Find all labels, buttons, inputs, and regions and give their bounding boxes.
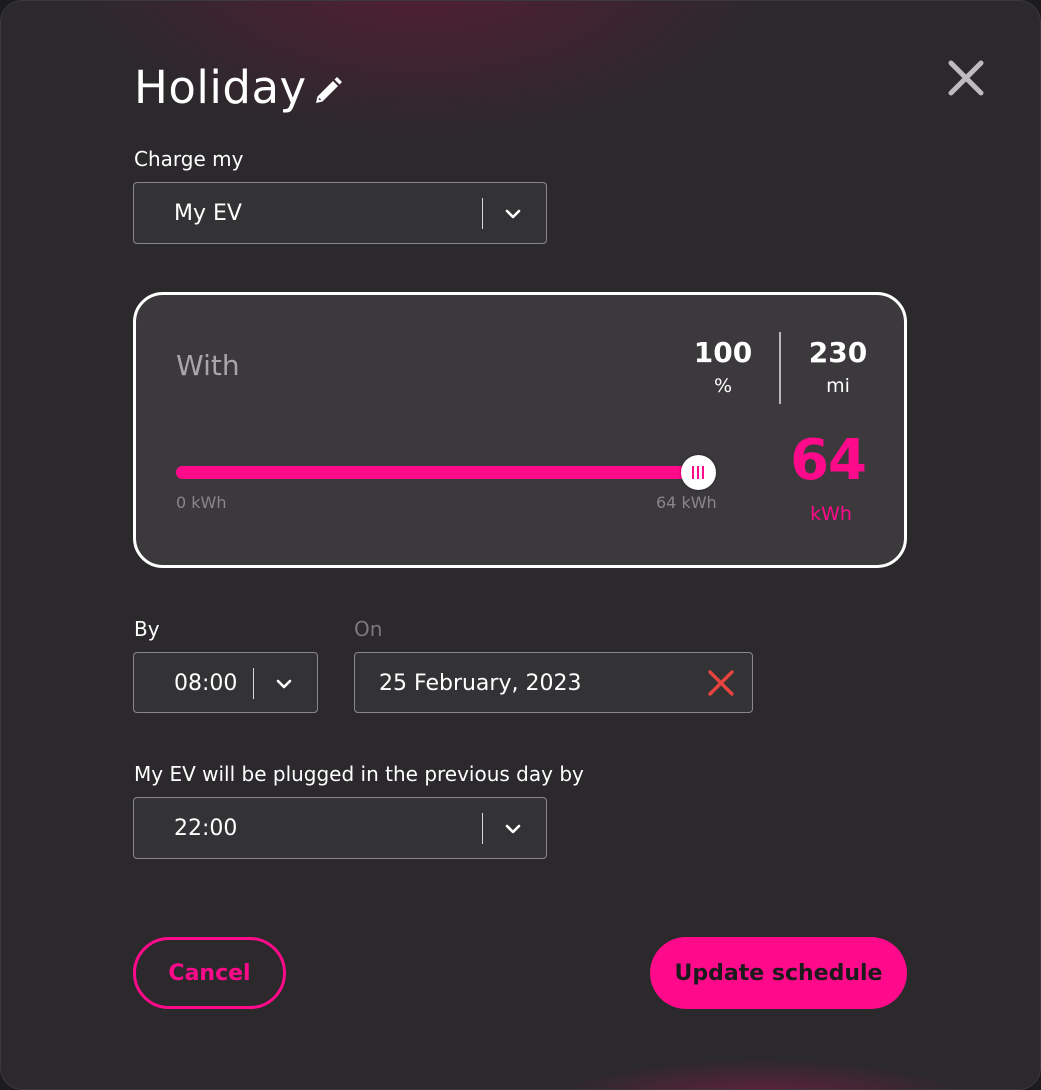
slider-min-label: 0 kWh xyxy=(176,493,227,512)
plugged-in-label: My EV will be plugged in the previous da… xyxy=(134,762,584,786)
charge-my-label: Charge my xyxy=(134,147,244,171)
plug-in-time-select[interactable]: 22:00 xyxy=(133,797,547,859)
plug-in-time-value: 22:00 xyxy=(174,816,238,841)
clear-x-icon[interactable] xyxy=(707,669,735,697)
thumb-grip-line xyxy=(697,466,699,479)
with-label: With xyxy=(176,349,240,382)
energy-slider-thumb[interactable] xyxy=(681,455,716,490)
charge-target-card: With 100 % 230 mi 0 kWh 64 kWh 64 kWh xyxy=(133,292,907,568)
battery-percent-value: 100 xyxy=(693,336,753,369)
range-value: 230 xyxy=(808,336,868,369)
select-divider xyxy=(253,668,254,699)
select-divider xyxy=(482,198,483,229)
thumb-grip-line xyxy=(692,466,694,479)
date-value: 25 February, 2023 xyxy=(379,671,582,696)
chevron-down-icon xyxy=(505,824,521,834)
thumb-grip-line xyxy=(702,466,704,479)
chevron-down-icon xyxy=(276,679,292,689)
vehicle-select[interactable]: My EV xyxy=(133,182,547,244)
date-field[interactable]: 25 February, 2023 xyxy=(354,652,753,713)
close-icon[interactable] xyxy=(946,58,986,98)
on-label: On xyxy=(354,617,383,641)
pencil-icon[interactable] xyxy=(310,73,346,109)
kwh-unit: kWh xyxy=(810,503,852,525)
battery-percent-unit: % xyxy=(713,375,733,397)
cancel-button[interactable]: Cancel xyxy=(133,937,286,1009)
schedule-title: Holiday xyxy=(134,61,307,114)
kwh-value: 64 xyxy=(790,428,867,493)
time-select-value: 08:00 xyxy=(174,671,238,696)
update-schedule-button[interactable]: Update schedule xyxy=(650,937,907,1009)
vehicle-select-value: My EV xyxy=(174,201,242,226)
by-label: By xyxy=(134,617,160,641)
energy-slider[interactable] xyxy=(176,455,716,490)
energy-slider-fill xyxy=(176,466,699,479)
schedule-modal: Holiday Charge my My EV With 100 % 230 m… xyxy=(0,0,1041,1090)
stat-divider xyxy=(779,332,781,404)
select-divider xyxy=(482,813,483,844)
time-select[interactable]: 08:00 xyxy=(133,652,318,713)
slider-max-label: 64 kWh xyxy=(656,493,717,512)
chevron-down-icon xyxy=(505,209,521,219)
range-unit: mi xyxy=(826,375,850,397)
